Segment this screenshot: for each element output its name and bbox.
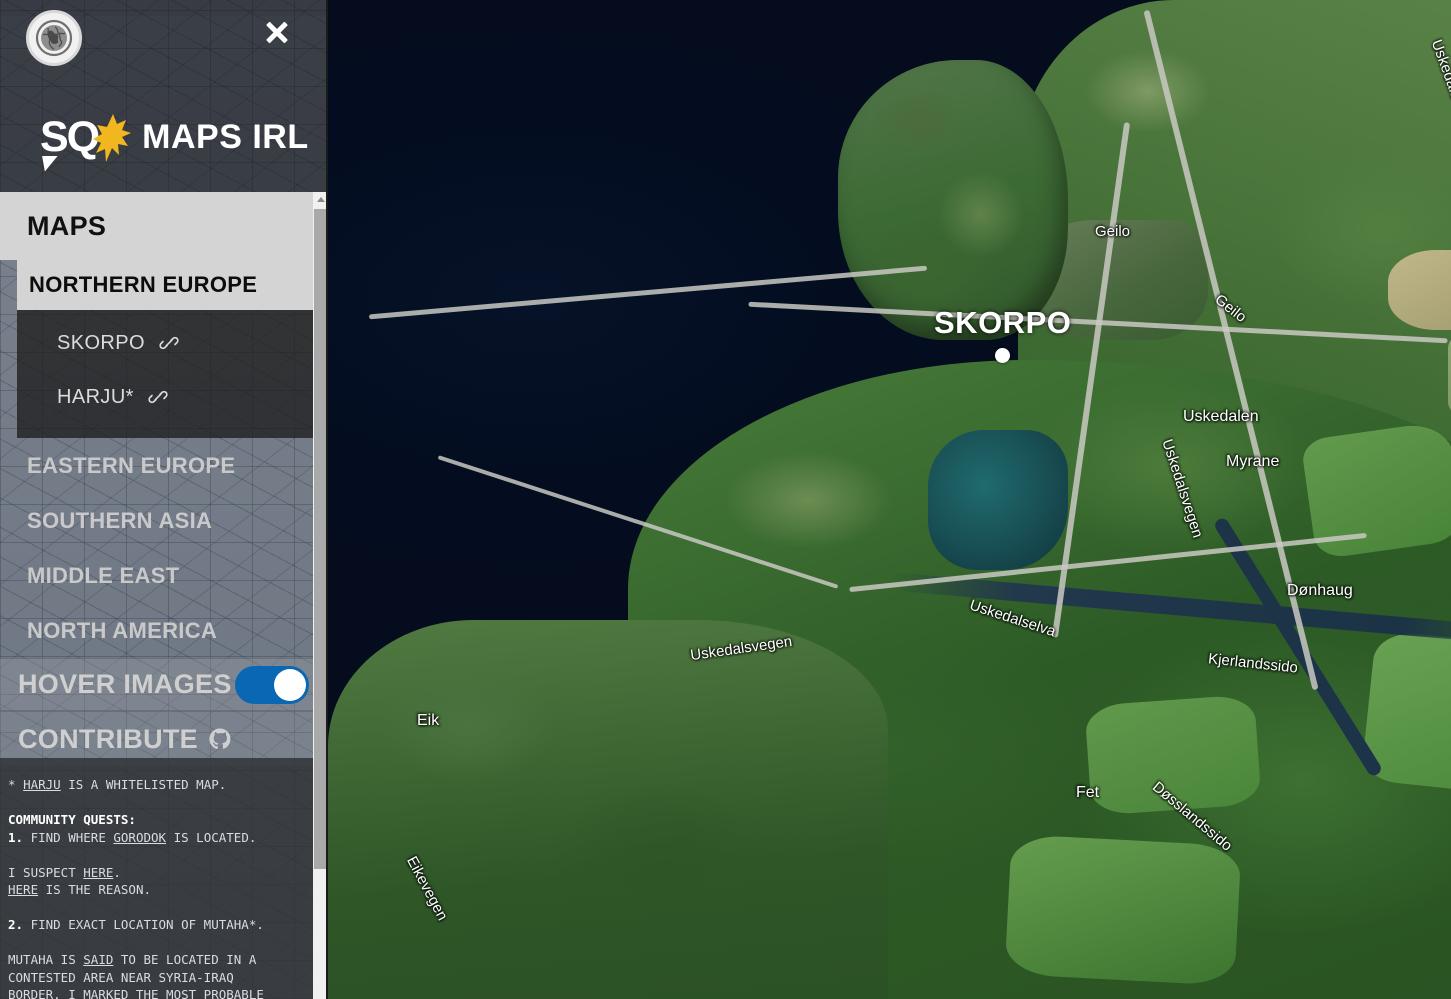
note-text: IS A WHITELISTED MAP. (61, 777, 227, 792)
map-item-harju[interactable]: HARJU* (17, 370, 313, 424)
maps-irl-app: SKORPO GeiloGeiloUskedalenMyraneUskedals… (0, 0, 1451, 999)
github-icon[interactable] (208, 727, 232, 751)
region-item-northern-europe[interactable]: NORTHERN EUROPE (17, 260, 313, 310)
maps-heading-label: MAPS (27, 211, 106, 242)
star-icon (92, 112, 132, 162)
note-link[interactable]: HERE (8, 882, 38, 897)
map-item-skorpo[interactable]: SKORPO (17, 316, 313, 370)
note-link[interactable]: HARJU (23, 777, 61, 792)
brand-mark: SQ (40, 116, 98, 159)
note-link[interactable]: SAID (83, 952, 113, 967)
app-title: MAPS IRL (142, 118, 308, 157)
note-text: COMMUNITY QUESTS: (8, 812, 136, 827)
region-item-southern-asia[interactable]: SOUTHERN ASIA (0, 493, 313, 548)
globe-icon[interactable] (26, 10, 82, 66)
note-text: IS THE REASON. (38, 882, 151, 897)
note-text: 1. (8, 830, 23, 845)
region-item-north-america[interactable]: NORTH AMERICA (0, 603, 313, 658)
landmass-island (838, 60, 1068, 340)
note-text: * (8, 777, 23, 792)
note-text: FIND WHERE (23, 830, 113, 845)
map-item-label: SKORPO (57, 332, 145, 355)
sidebar: SQ MAPS IRL MAPS NORTHERN EUROPE SKORPO HA… (0, 0, 328, 999)
community-notes: * HARJU IS A WHITELISTED MAP. COMMUNITY Q… (0, 758, 313, 999)
note-text: . (113, 865, 121, 880)
map-item-label: HARJU* (57, 386, 134, 409)
field-c (1084, 694, 1261, 816)
landmass-southwest (328, 620, 888, 999)
region-label: MIDDLE EAST (27, 563, 179, 589)
sidebar-edge (326, 0, 328, 999)
note-text: FIND EXACT LOCATION OF MUTAHA*. (23, 917, 264, 932)
field-d (1004, 834, 1241, 986)
link-icon[interactable] (148, 387, 168, 407)
note-text: 2. (8, 917, 23, 932)
region-label: NORTH AMERICA (27, 618, 217, 644)
close-icon[interactable] (262, 18, 290, 46)
note-text: IS LOCATED. (166, 830, 256, 845)
region-item-middle-east[interactable]: MIDDLE EAST (0, 548, 313, 603)
map-marker-label: SKORPO (934, 305, 1071, 341)
note-text: I SUSPECT (8, 865, 83, 880)
region-label: SOUTHERN ASIA (27, 508, 212, 534)
map-marker-skorpo[interactable]: SKORPO (934, 305, 1071, 363)
link-icon[interactable] (159, 333, 179, 353)
hover-images-toggle[interactable] (235, 666, 309, 704)
satellite-map[interactable]: SKORPO GeiloGeiloUskedalenMyraneUskedals… (328, 0, 1451, 999)
hover-images-label: HOVER IMAGES (18, 669, 232, 700)
note-text: MUTAHA IS (8, 952, 83, 967)
brand-logo: SQ MAPS IRL (40, 112, 309, 162)
region-item-eastern-europe[interactable]: EASTERN EUROPE (0, 438, 313, 493)
maps-heading: MAPS (0, 192, 313, 260)
harbour-water (928, 430, 1068, 570)
region-submenu: SKORPO HARJU* (17, 310, 313, 438)
map-marker-dot (995, 348, 1010, 363)
contribute-label: CONTRIBUTE (18, 724, 198, 755)
region-label: EASTERN EUROPE (27, 453, 235, 479)
note-link[interactable]: GORODOK (113, 830, 166, 845)
hover-images-row[interactable]: HOVER IMAGES (0, 658, 313, 711)
region-label: NORTHERN EUROPE (29, 272, 257, 298)
note-link[interactable]: HERE (83, 865, 113, 880)
